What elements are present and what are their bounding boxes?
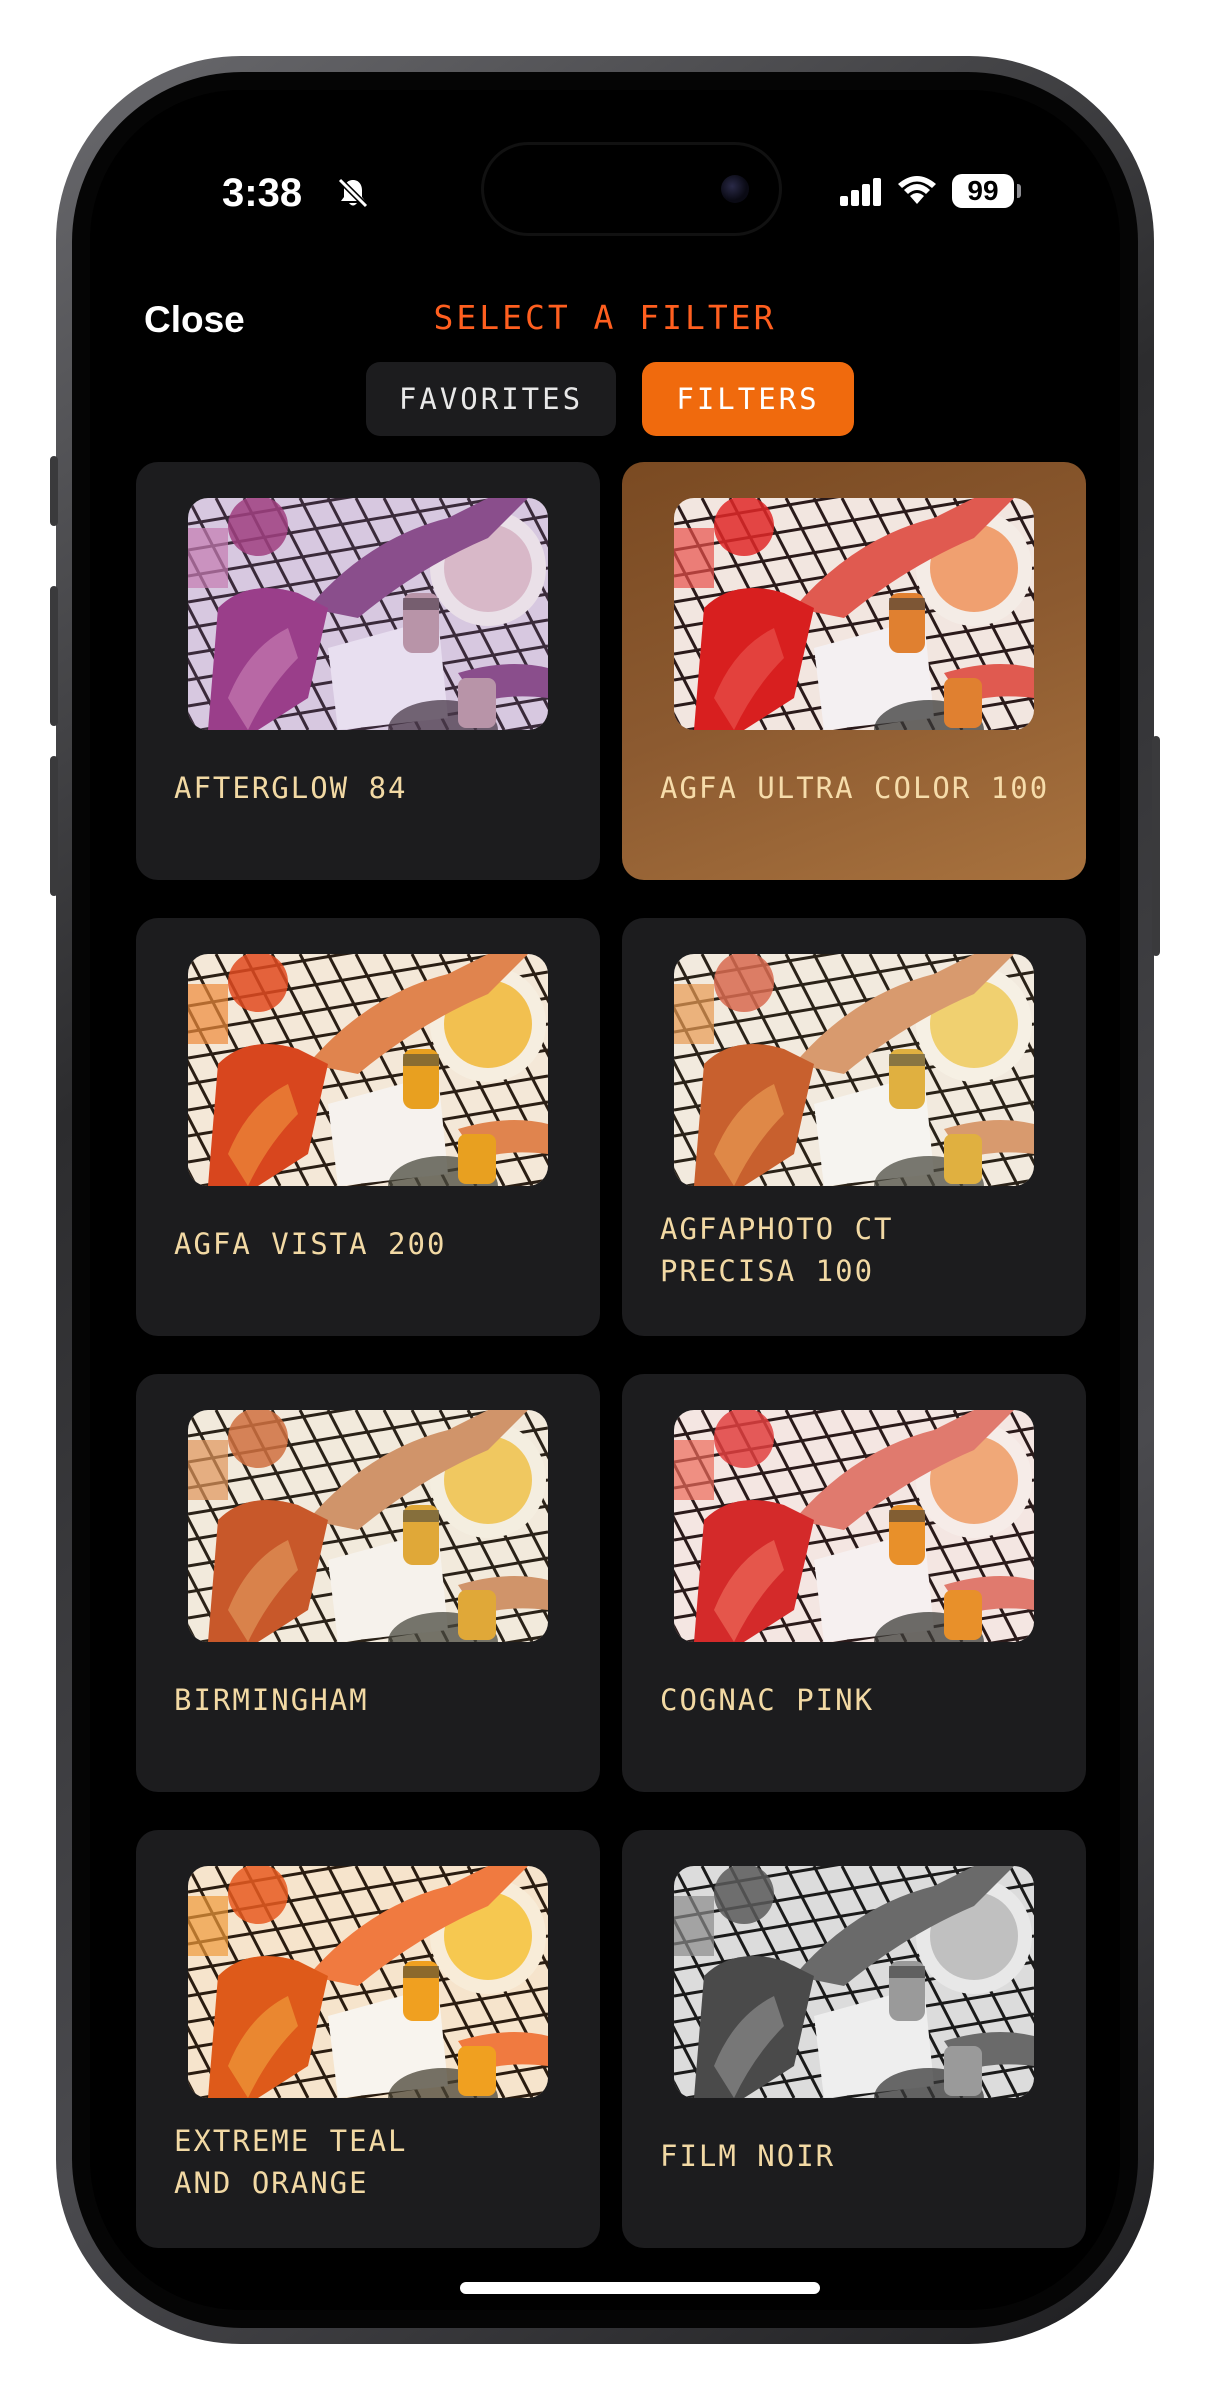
photo-thumbnail [188, 1866, 548, 2098]
screen: 3:38 99 Close SELECT A FILTER FAVORITES … [90, 90, 1120, 2310]
status-time: 3:38 [222, 171, 303, 215]
filter-card[interactable]: AFTERGLOW 84 [136, 462, 600, 880]
wifi-icon [896, 174, 938, 210]
filter-card[interactable]: AGFA VISTA 200 [136, 918, 600, 1336]
filter-name: AGFA VISTA 200 [174, 1227, 447, 1261]
volume-down-button [50, 756, 58, 896]
filter-card[interactable]: FILM NOIR [622, 1830, 1086, 2248]
filter-preview-image [674, 954, 1034, 1186]
filter-name: AGFAPHOTO CT PRECISA 100 [660, 1212, 894, 1288]
filter-preview-image [674, 1410, 1034, 1642]
status-bar: 3:38 99 [90, 168, 1120, 218]
filter-name: FILM NOIR [660, 2139, 836, 2173]
filter-card[interactable]: COGNAC PINK [622, 1374, 1086, 1792]
volume-up-button [50, 586, 58, 726]
cellular-signal-icon [840, 178, 884, 210]
filter-name: EXTREME TEAL AND ORANGE [174, 2124, 408, 2200]
filter-name: AFTERGLOW 84 [174, 771, 408, 805]
filter-card[interactable]: EXTREME TEAL AND ORANGE [136, 1830, 600, 2248]
filter-preview-image [188, 1410, 548, 1642]
battery-icon: 99 [952, 174, 1014, 208]
photo-thumbnail [188, 498, 548, 730]
filter-preview-image [188, 498, 548, 730]
photo-thumbnail [674, 954, 1034, 1186]
photo-thumbnail [674, 1866, 1034, 2098]
photo-thumbnail [674, 498, 1034, 730]
photo-thumbnail [674, 1410, 1034, 1642]
filter-name: BIRMINGHAM [174, 1683, 369, 1717]
filter-preview-image [188, 954, 548, 1186]
filter-card[interactable]: BIRMINGHAM [136, 1374, 600, 1792]
phone-frame: 3:38 99 Close SELECT A FILTER FAVORITES … [50, 56, 1160, 2344]
power-button [1152, 736, 1160, 956]
filter-preview-image [188, 1866, 548, 2098]
page-title: SELECT A FILTER [433, 298, 777, 337]
filter-preview-image [674, 1866, 1034, 2098]
tab-favorites[interactable]: FAVORITES [366, 362, 616, 436]
tab-filters[interactable]: FILTERS [642, 362, 854, 436]
battery-tip [1017, 184, 1021, 198]
filter-card[interactable]: AGFAPHOTO CT PRECISA 100 [622, 918, 1086, 1336]
filter-tabs: FAVORITES FILTERS [90, 362, 1120, 436]
photo-thumbnail [188, 954, 548, 1186]
home-indicator[interactable] [460, 2282, 820, 2294]
filter-name: AGFA ULTRA COLOR 100 [660, 771, 1050, 805]
filter-card-selected[interactable]: AGFA ULTRA COLOR 100 [622, 462, 1086, 880]
bell-slash-icon [336, 176, 370, 214]
filter-name: COGNAC PINK [660, 1683, 875, 1717]
filter-preview-image [674, 498, 1034, 730]
action-button [50, 456, 58, 526]
photo-thumbnail [188, 1410, 548, 1642]
